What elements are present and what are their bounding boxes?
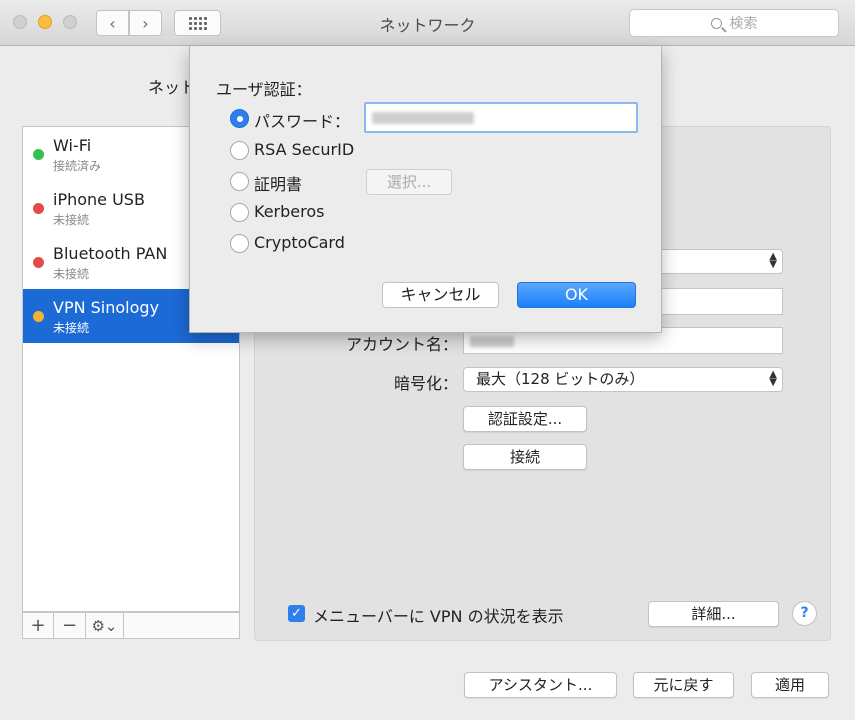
radio-kerberos-label: Kerberos <box>254 202 325 221</box>
radio-kerberos[interactable] <box>230 203 249 222</box>
service-list-toolbar: + − ⚙⌄ <box>22 612 240 639</box>
redacted-account-name <box>470 336 514 347</box>
revert-button[interactable]: 元に戻す <box>633 672 734 698</box>
encryption-value: 最大（128 ビットのみ） <box>476 370 645 388</box>
service-status: 未接続 <box>53 321 90 335</box>
help-button[interactable]: ? <box>792 601 817 626</box>
service-status: 未接続 <box>53 213 90 227</box>
add-service-button[interactable]: + <box>23 613 54 638</box>
service-status: 未接続 <box>53 267 90 281</box>
ok-button[interactable]: OK <box>517 282 636 308</box>
account-name-label: アカウント名： <box>345 335 458 354</box>
sheet-heading: ユーザ認証： <box>216 80 312 99</box>
assistant-button[interactable]: アシスタント... <box>464 672 617 698</box>
service-name: Wi-Fi <box>53 136 92 155</box>
radio-cryptocard[interactable] <box>230 234 249 253</box>
service-name: Bluetooth PAN <box>53 244 168 263</box>
connect-button[interactable]: 接続 <box>463 444 587 470</box>
radio-rsa-securid[interactable] <box>230 141 249 160</box>
status-dot <box>33 149 44 160</box>
status-dot <box>33 311 44 322</box>
radio-certificate[interactable] <box>230 172 249 191</box>
redacted-password <box>372 112 474 124</box>
title-bar: ‹ › ネットワーク 検索 <box>0 0 855 46</box>
popup-arrows-icon: ▲ ▼ <box>769 251 777 270</box>
encryption-popup[interactable]: 最大（128 ビットのみ） ▲ ▼ <box>463 367 783 392</box>
service-name: iPhone USB <box>53 190 145 209</box>
radio-cryptocard-label: CryptoCard <box>254 233 345 252</box>
status-dot <box>33 203 44 214</box>
apply-button[interactable]: 適用 <box>751 672 829 698</box>
remove-service-button[interactable]: − <box>54 613 86 638</box>
radio-password[interactable] <box>230 109 249 128</box>
user-auth-sheet: ユーザ認証： パスワード： RSA SecurID 証明書 選択... Kerb… <box>189 46 662 333</box>
service-status: 接続済み <box>53 159 102 173</box>
advanced-button[interactable]: 詳細... <box>648 601 779 627</box>
select-certificate-button[interactable]: 選択... <box>366 169 452 195</box>
service-name: VPN Sinology <box>53 298 160 317</box>
show-vpn-status-label: メニューバーに VPN の状況を表示 <box>313 607 564 626</box>
radio-password-label: パスワード： <box>254 112 351 131</box>
status-dot <box>33 257 44 268</box>
search-field[interactable]: 検索 <box>629 9 839 37</box>
auth-settings-button[interactable]: 認証設定... <box>463 406 587 432</box>
radio-certificate-label: 証明書 <box>254 175 303 194</box>
show-vpn-status-checkbox[interactable]: ✓ <box>288 605 305 622</box>
gear-icon[interactable]: ⚙⌄ <box>86 613 124 638</box>
cancel-button[interactable]: キャンセル <box>382 282 499 308</box>
radio-rsa-securid-label: RSA SecurID <box>254 140 355 159</box>
encryption-label: 暗号化： <box>393 374 458 393</box>
search-placeholder: 検索 <box>729 16 758 32</box>
search-icon <box>710 17 722 29</box>
popup-arrows-icon: ▲ ▼ <box>769 369 777 388</box>
password-field[interactable] <box>364 102 638 133</box>
